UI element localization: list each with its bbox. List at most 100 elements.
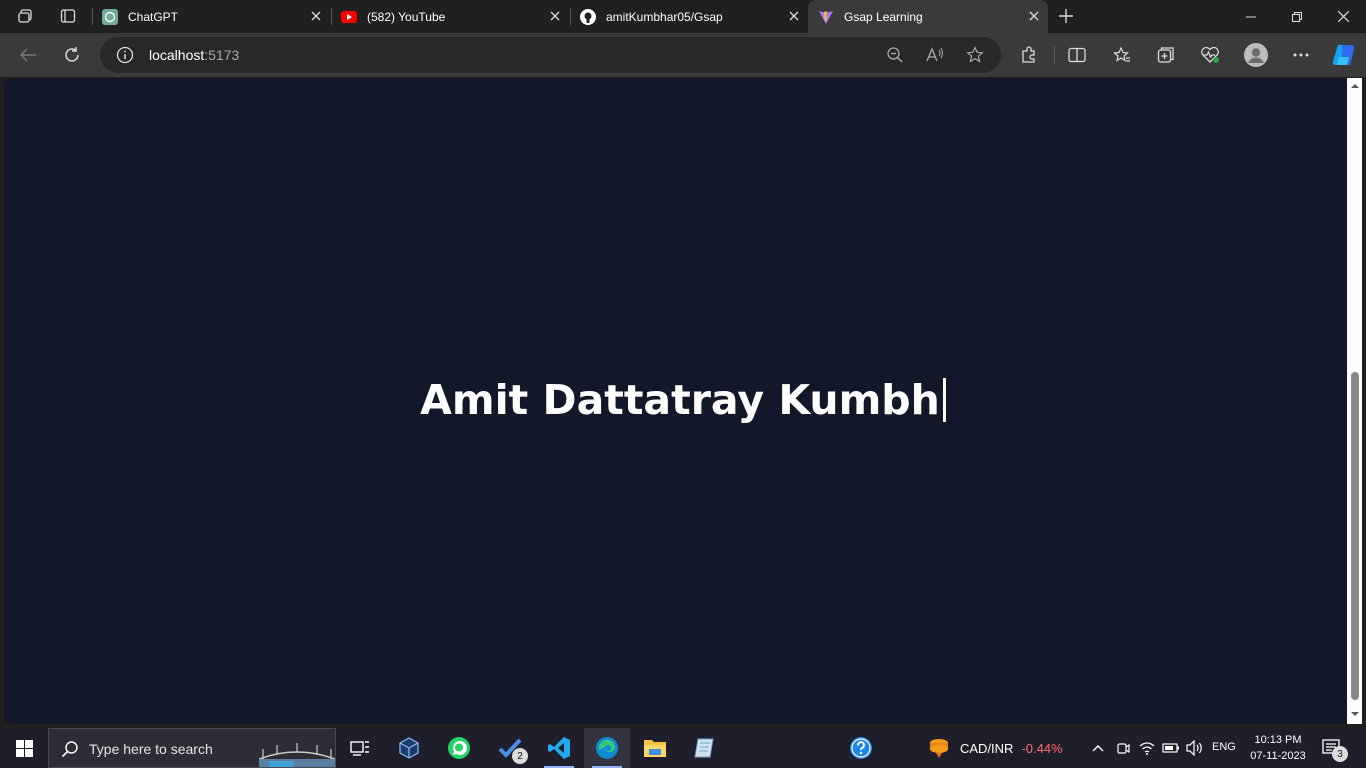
ticker-symbol: CAD/INR: [960, 740, 1014, 756]
tab-title: Gsap Learning: [844, 9, 923, 24]
edge-icon: [596, 737, 618, 759]
extensions-button[interactable]: [1014, 41, 1044, 69]
url-port: :5173: [204, 47, 240, 63]
taskbar-app-virtualbox[interactable]: [386, 728, 432, 768]
camera-icon: [1117, 743, 1130, 754]
tab-actions-button[interactable]: [54, 4, 82, 28]
address-bar[interactable]: localhost:5173: [100, 37, 1001, 73]
input-language-indicator[interactable]: ENG: [1212, 741, 1236, 753]
workspaces-icon: [18, 9, 32, 23]
taskbar-app-file-explorer[interactable]: [632, 728, 678, 768]
split-screen-icon: [1068, 47, 1086, 63]
split-screen-button[interactable]: [1062, 41, 1092, 69]
new-tab-button[interactable]: [1054, 4, 1078, 28]
market-ticker-widget[interactable]: CAD/INR -0.44%: [928, 728, 1063, 768]
clock-time: 10:13 PM: [1254, 734, 1302, 746]
vscode-icon: [548, 737, 570, 759]
back-button[interactable]: [13, 41, 43, 69]
taskbar-app-edge[interactable]: [584, 728, 630, 768]
notification-center-button[interactable]: 3: [1320, 736, 1348, 762]
search-highlight-bridge-image: [259, 737, 335, 767]
restore-button[interactable]: [1274, 0, 1320, 33]
vertical-scrollbar[interactable]: [1347, 78, 1362, 724]
copilot-icon: [1332, 45, 1355, 65]
close-icon[interactable]: [786, 8, 802, 24]
notification-count-badge: 3: [1332, 746, 1348, 762]
restore-icon: [1292, 11, 1302, 22]
task-view-button[interactable]: [337, 728, 383, 768]
tab-youtube[interactable]: (582) YouTube: [331, 0, 569, 33]
close-window-button[interactable]: [1320, 0, 1366, 33]
taskbar-app-help[interactable]: [838, 728, 884, 768]
youtube-icon: [341, 9, 357, 25]
tab-strip: ChatGPT (582) YouTube amitKumbhar05/Gsap…: [0, 0, 1366, 33]
minimize-icon: [1246, 16, 1256, 17]
profile-button[interactable]: [1241, 41, 1271, 69]
puzzle-icon: [1022, 46, 1035, 63]
meet-now-button[interactable]: [1113, 738, 1133, 758]
url-host: localhost: [149, 47, 205, 63]
network-button[interactable]: [1137, 738, 1157, 758]
taskbar-search-box[interactable]: Type here to search: [48, 728, 336, 768]
taskbar-app-notes[interactable]: [681, 728, 727, 768]
copilot-button[interactable]: [1329, 41, 1359, 69]
taskbar-app-whatsapp[interactable]: [436, 728, 482, 768]
tab-gsap-learning[interactable]: Gsap Learning: [808, 0, 1048, 33]
plus-icon: [1059, 9, 1073, 23]
back-arrow-icon: [19, 48, 36, 62]
settings-more-button[interactable]: [1286, 41, 1316, 69]
tab-title: (582) YouTube: [367, 9, 446, 24]
notification-badge: 2: [512, 748, 528, 764]
help-question-icon: [850, 737, 872, 759]
page-title: Amit Dattatray Kumbh: [420, 376, 940, 424]
volume-button[interactable]: [1185, 738, 1205, 758]
minimize-button[interactable]: [1228, 0, 1274, 33]
scrollbar-thumb[interactable]: [1351, 372, 1359, 700]
refresh-icon: [65, 47, 79, 62]
taskbar-app-todo[interactable]: 2: [488, 728, 534, 768]
close-icon[interactable]: [308, 8, 324, 24]
taskbar-app-vscode[interactable]: [536, 728, 582, 768]
zoom-out-icon[interactable]: [886, 46, 904, 64]
refresh-button[interactable]: [57, 41, 87, 69]
chatgpt-icon: [102, 8, 118, 25]
ticker-change: -0.44%: [1021, 740, 1063, 756]
close-icon[interactable]: [547, 8, 563, 24]
tab-title: ChatGPT: [128, 9, 179, 24]
favorites-button[interactable]: [1107, 41, 1137, 69]
github-icon: [580, 8, 596, 25]
scroll-up-arrow-icon[interactable]: [1351, 82, 1359, 90]
info-icon[interactable]: [116, 46, 134, 64]
search-placeholder: Type here to search: [89, 741, 213, 757]
tab-github[interactable]: amitKumbhar05/Gsap: [570, 0, 808, 33]
typewriter-headline: Amit Dattatray Kumbh: [420, 376, 946, 424]
close-icon[interactable]: [1026, 8, 1042, 24]
system-clock[interactable]: 10:13 PM 07-11-2023: [1244, 732, 1312, 764]
clock-date: 07-11-2023: [1250, 750, 1306, 762]
tab-chatgpt[interactable]: ChatGPT: [92, 0, 330, 33]
wifi-icon: [1139, 742, 1155, 755]
scroll-down-arrow-icon[interactable]: [1351, 710, 1359, 718]
notepad-icon: [694, 738, 714, 758]
typing-cursor: [942, 378, 946, 422]
battery-icon: [1162, 743, 1179, 753]
folder-icon: [644, 740, 666, 757]
chevron-up-icon: [1092, 745, 1104, 752]
read-aloud-icon[interactable]: [926, 46, 944, 64]
browser-essentials-button[interactable]: [1195, 41, 1225, 69]
avatar-icon: [1244, 43, 1268, 67]
address-url: localhost:5173: [149, 47, 239, 63]
show-hidden-icons-button[interactable]: [1088, 738, 1108, 758]
hero-section: Amit Dattatray Kumbh: [0, 376, 1366, 424]
collections-button[interactable]: [1151, 41, 1181, 69]
tab-actions-icon: [60, 9, 76, 23]
workspaces-button[interactable]: [12, 4, 40, 28]
battery-button[interactable]: [1161, 738, 1181, 758]
windows-logo-icon: [15, 739, 33, 757]
start-button[interactable]: [0, 728, 48, 768]
search-icon: [61, 741, 78, 758]
tab-title: amitKumbhar05/Gsap: [606, 9, 723, 24]
favorite-star-icon[interactable]: [966, 46, 984, 64]
windows-taskbar: Type here to search 2 CAD/INR -0.44% ENG…: [0, 728, 1366, 768]
cube-icon: [399, 737, 419, 759]
